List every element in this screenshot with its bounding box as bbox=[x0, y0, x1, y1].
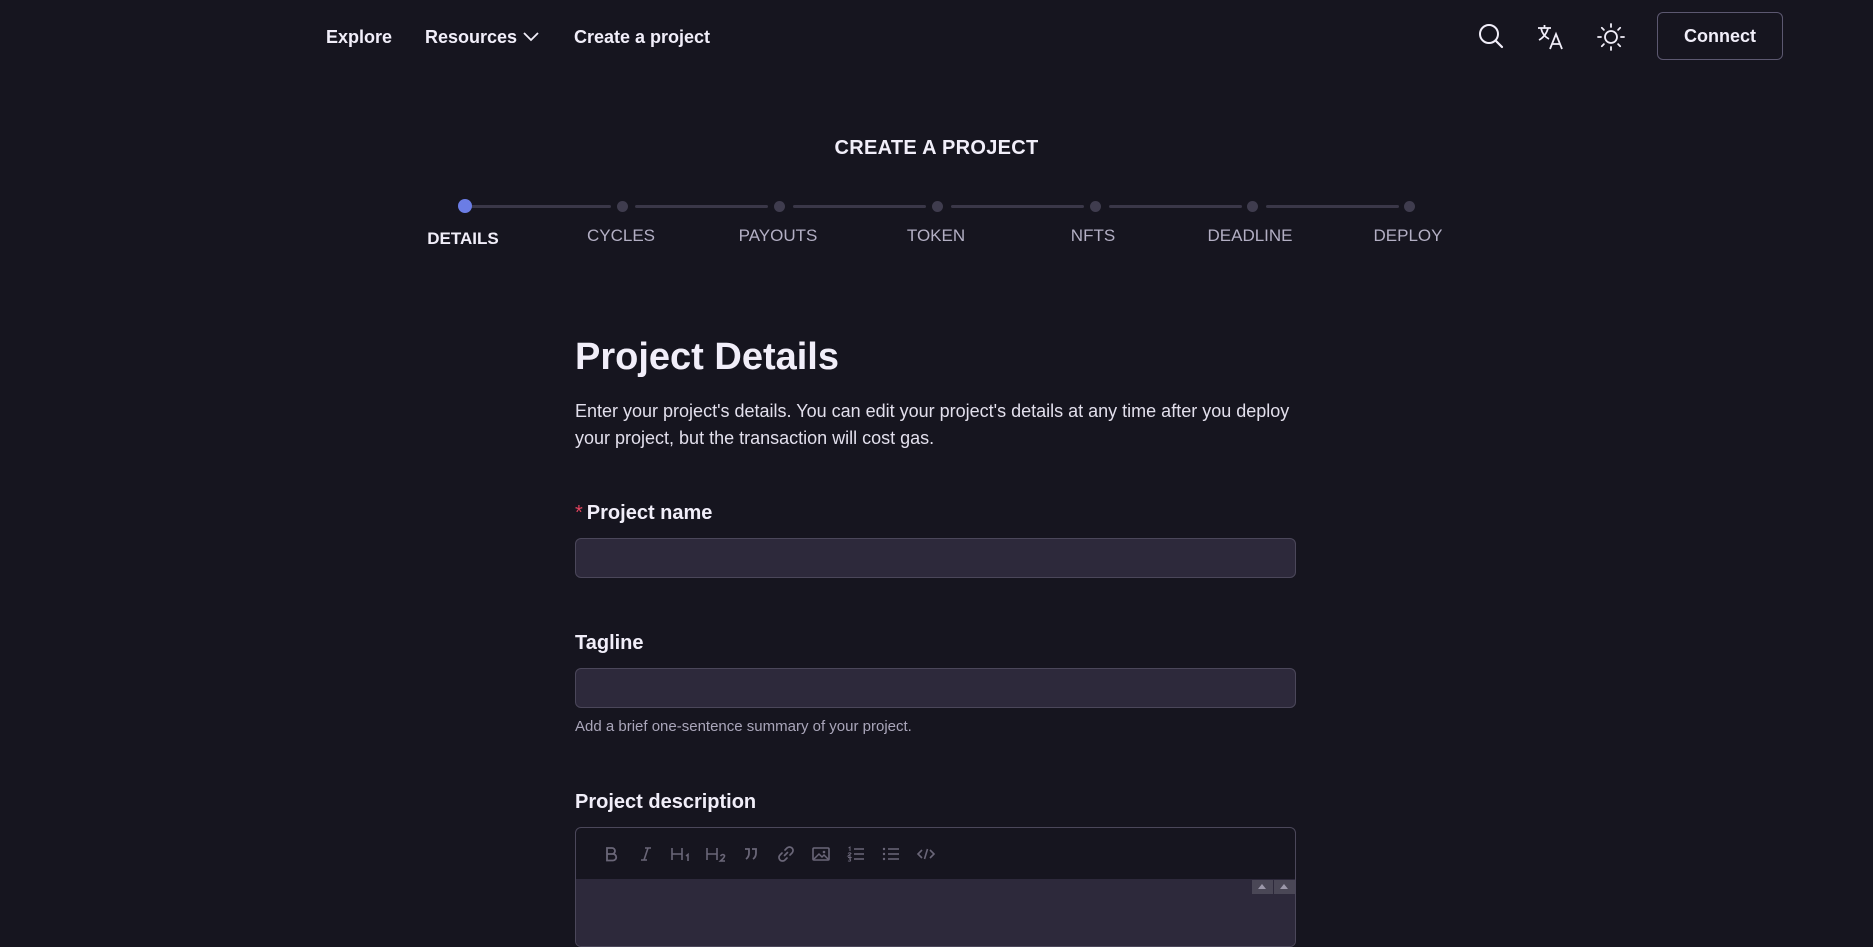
project-name-input[interactable] bbox=[575, 538, 1296, 578]
step-deploy[interactable]: DEPLOY bbox=[1374, 226, 1443, 246]
step-token[interactable]: TOKEN bbox=[907, 226, 965, 246]
heading2-icon[interactable] bbox=[698, 839, 733, 869]
section-title: Project Details bbox=[575, 336, 839, 378]
description-editor bbox=[575, 827, 1296, 947]
step-connector bbox=[951, 205, 1084, 208]
step-dot-deploy[interactable] bbox=[1404, 201, 1415, 212]
search-icon[interactable] bbox=[1474, 20, 1508, 54]
step-cycles[interactable]: CYCLES bbox=[587, 226, 655, 246]
quote-icon[interactable] bbox=[733, 839, 768, 869]
nav-resources-menu[interactable]: Resources bbox=[425, 27, 539, 48]
heading1-icon[interactable] bbox=[663, 839, 698, 869]
top-nav: Explore Resources Create a project Conne… bbox=[0, 0, 1873, 76]
tagline-label: Tagline bbox=[575, 632, 644, 654]
project-name-label-text: Project name bbox=[586, 502, 713, 524]
italic-icon[interactable] bbox=[628, 839, 663, 869]
step-details[interactable]: DETAILS bbox=[427, 229, 498, 249]
chevron-down-icon bbox=[523, 26, 539, 47]
editor-toolbar bbox=[576, 828, 1295, 879]
connect-button[interactable]: Connect bbox=[1657, 12, 1783, 60]
editor-scrollbar[interactable] bbox=[1251, 880, 1295, 894]
step-connector bbox=[1109, 205, 1242, 208]
nav-resources-label: Resources bbox=[425, 27, 518, 47]
scroll-up-arrow-icon[interactable] bbox=[1252, 880, 1273, 894]
sun-icon[interactable] bbox=[1594, 20, 1628, 54]
step-dot-token[interactable] bbox=[932, 201, 943, 212]
step-dot-nfts[interactable] bbox=[1090, 201, 1101, 212]
project-name-label: * Project name bbox=[575, 502, 712, 525]
translate-icon[interactable] bbox=[1534, 20, 1568, 54]
required-marker: * bbox=[575, 502, 583, 524]
step-connector bbox=[793, 205, 926, 208]
step-connector bbox=[471, 205, 611, 208]
page-title: CREATE A PROJECT bbox=[834, 137, 1039, 159]
step-connector bbox=[635, 205, 768, 208]
step-dot-deadline[interactable] bbox=[1247, 201, 1258, 212]
link-icon[interactable] bbox=[768, 839, 803, 869]
step-nfts[interactable]: NFTS bbox=[1071, 226, 1115, 246]
nav-explore-link[interactable]: Explore bbox=[326, 27, 392, 48]
nav-create-project-link[interactable]: Create a project bbox=[574, 27, 710, 48]
unordered-list-icon[interactable] bbox=[873, 839, 908, 869]
ordered-list-icon[interactable] bbox=[838, 839, 873, 869]
step-deadline[interactable]: DEADLINE bbox=[1207, 226, 1292, 246]
tagline-help-text: Add a brief one-sentence summary of your… bbox=[575, 718, 912, 735]
step-payouts[interactable]: PAYOUTS bbox=[739, 226, 818, 246]
step-dot-details[interactable] bbox=[458, 199, 472, 213]
tagline-input[interactable] bbox=[575, 668, 1296, 708]
section-description: Enter your project's details. You can ed… bbox=[575, 401, 1290, 448]
step-connector bbox=[1266, 205, 1399, 208]
step-dot-payouts[interactable] bbox=[774, 201, 785, 212]
code-icon[interactable] bbox=[908, 839, 943, 869]
step-indicator: DETAILS CYCLES PAYOUTS TOKEN NFTS DEADLI… bbox=[0, 195, 1873, 255]
scroll-up-arrow-icon[interactable] bbox=[1274, 880, 1295, 894]
bold-icon[interactable] bbox=[593, 839, 628, 869]
step-dot-cycles[interactable] bbox=[617, 201, 628, 212]
project-description-label: Project description bbox=[575, 791, 757, 813]
description-textarea[interactable] bbox=[576, 879, 1295, 946]
image-icon[interactable] bbox=[803, 839, 838, 869]
